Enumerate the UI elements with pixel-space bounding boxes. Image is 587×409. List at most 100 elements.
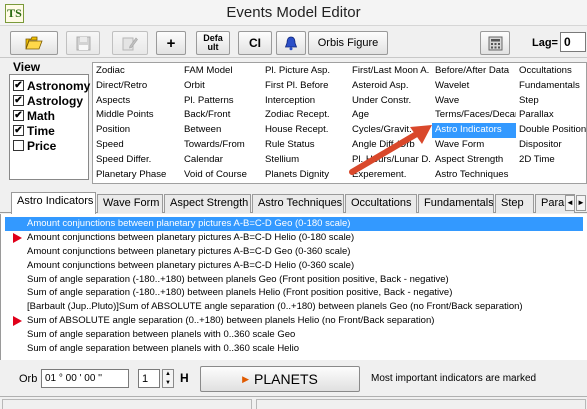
indicator-item[interactable]: Asteroid Asp. xyxy=(349,79,432,94)
indicator-item[interactable]: First Pl. Before xyxy=(262,79,349,94)
view-item-time[interactable]: ✔ Time xyxy=(10,123,88,138)
indicator-item[interactable]: Planets Dignity xyxy=(262,168,349,183)
indicator-item[interactable]: Before/After Data xyxy=(432,64,516,79)
list-item[interactable]: [Barbault (Jup..Pluto)]Sum of ABSOLUTE a… xyxy=(1,300,587,314)
tab-wave-form[interactable]: Wave Form xyxy=(97,194,163,213)
list-item[interactable]: Sum of angle separation between planels … xyxy=(1,342,587,356)
indicator-item[interactable]: Towards/From xyxy=(181,138,262,153)
indicator-item[interactable]: Astro Techniques xyxy=(432,168,516,183)
indicator-item[interactable]: Cycles/Gravit. xyxy=(349,123,432,138)
edit-button[interactable] xyxy=(112,31,148,55)
open-button[interactable] xyxy=(10,31,58,55)
indicator-item[interactable]: Wavelet xyxy=(432,79,516,94)
indicator-item[interactable]: Direct/Retro xyxy=(93,79,181,94)
view-item-math[interactable]: ✔ Math xyxy=(10,108,88,123)
list-item[interactable]: Sum of ABSOLUTE angle separation (0..+18… xyxy=(1,314,587,328)
indicator-item[interactable]: Rule Status xyxy=(262,138,349,153)
indicator-item[interactable]: Speed xyxy=(93,138,181,153)
save-button[interactable] xyxy=(66,31,100,55)
indicator-item[interactable]: FAM Model xyxy=(181,64,262,79)
indicator-item[interactable]: Speed Differ. xyxy=(93,153,181,168)
indicator-item[interactable]: Pl. Patterns xyxy=(181,94,262,109)
indicator-item[interactable]: Fundamentals xyxy=(516,79,586,94)
indicator-item[interactable]: Angle Diff./Orb xyxy=(349,138,432,153)
harmonic-stepper[interactable]: ▲ ▼ xyxy=(162,369,174,388)
indicator-item[interactable]: Dispositor xyxy=(516,138,586,153)
spin-up-icon[interactable]: ▲ xyxy=(163,370,173,379)
indicator-item[interactable]: Back/Front xyxy=(181,108,262,123)
checkbox[interactable] xyxy=(13,140,24,151)
indicator-item[interactable]: Step xyxy=(516,94,586,109)
list-item[interactable]: Amount conjunctions between planetary pi… xyxy=(1,259,587,273)
indicator-item[interactable]: Position xyxy=(93,123,181,138)
orb-input[interactable] xyxy=(41,369,129,388)
tab-scroll-right-icon[interactable]: ► xyxy=(576,195,586,211)
list-item[interactable]: Amount conjunctions between planetary pi… xyxy=(1,245,587,259)
lag-input[interactable] xyxy=(560,32,586,52)
list-item-selected[interactable]: Amount conjunctions between planetary pi… xyxy=(5,217,583,231)
tab-astro-indicators[interactable]: Astro Indicators xyxy=(11,192,96,214)
indicator-item-selected[interactable]: Astro Indicators xyxy=(432,123,516,138)
indicator-item[interactable]: Double Position xyxy=(516,123,586,138)
add-button[interactable]: + xyxy=(156,31,186,55)
view-item-label: Time xyxy=(27,123,55,138)
view-item-price[interactable]: Price xyxy=(10,138,88,153)
indicator-item[interactable]: Age xyxy=(349,108,432,123)
indicator-item[interactable]: Under Constr. xyxy=(349,94,432,109)
calculator-button[interactable] xyxy=(480,31,510,55)
tab-fundamentals[interactable]: Fundamentals xyxy=(418,194,494,213)
indicator-item[interactable]: Void of Course xyxy=(181,168,262,183)
indicator-item[interactable]: Interception xyxy=(262,94,349,109)
indicator-item[interactable]: Stellium xyxy=(262,153,349,168)
orbis-figure-button[interactable]: Orbis Figure xyxy=(308,31,388,55)
default-button[interactable]: Defa ult xyxy=(196,31,230,55)
checkbox[interactable]: ✔ xyxy=(13,95,24,106)
indicator-item[interactable]: First/Last Moon A. xyxy=(349,64,432,79)
indicator-item[interactable]: House Recept. xyxy=(262,123,349,138)
indicator-item[interactable]: Parallax xyxy=(516,108,586,123)
list-item[interactable]: Amount conjunctions between planetary pi… xyxy=(1,231,587,245)
indicator-item[interactable]: Between xyxy=(181,123,262,138)
indicator-item[interactable]: Middle Points xyxy=(93,108,181,123)
indicator-item[interactable]: Orbit xyxy=(181,79,262,94)
indicator-item[interactable]: Zodiac xyxy=(93,64,181,79)
indicator-item[interactable]: Calendar xyxy=(181,153,262,168)
list-item-text: Amount conjunctions between planetary pi… xyxy=(27,245,351,257)
planets-button[interactable]: ▶ PLANETS xyxy=(200,366,360,392)
ci-button[interactable]: CI xyxy=(238,31,272,55)
status-segment xyxy=(256,399,586,409)
indicator-item[interactable]: Occultations xyxy=(516,64,586,79)
checkbox[interactable]: ✔ xyxy=(13,110,24,121)
orb-label: Orb xyxy=(19,373,38,385)
checkbox[interactable]: ✔ xyxy=(13,125,24,136)
list-item-text: Amount conjunctions between planetary pi… xyxy=(27,231,355,243)
indicator-item[interactable]: Zodiac Recept. xyxy=(262,108,349,123)
indicator-item[interactable]: 2D Time xyxy=(516,153,586,168)
view-item-astrology[interactable]: ✔ Astrology xyxy=(10,93,88,108)
list-item[interactable]: Sum of angle separation between planels … xyxy=(1,328,587,342)
indicator-item[interactable]: Wave xyxy=(432,94,516,109)
list-item[interactable]: Sum of angle separation (-180..+180) bet… xyxy=(1,286,587,300)
spin-down-icon[interactable]: ▼ xyxy=(163,379,173,388)
list-item[interactable]: Sum of angle separation (-180..+180) bet… xyxy=(1,273,587,287)
harmonic-input[interactable] xyxy=(138,369,160,388)
indicator-item[interactable]: Pl. Hours/Lunar D. xyxy=(349,153,432,168)
view-item-astronomy[interactable]: ✔ Astronomy xyxy=(10,78,90,93)
tab-aspect-strength[interactable]: Aspect Strength xyxy=(164,194,251,213)
important-marker-icon xyxy=(13,232,22,243)
tab-astro-techniques[interactable]: Astro Techniques xyxy=(252,194,344,213)
indicator-item[interactable]: Terms/Faces/Decan xyxy=(432,108,516,123)
tab-scroll-left-icon[interactable]: ◄ xyxy=(565,195,575,211)
checkbox[interactable]: ✔ xyxy=(13,80,24,91)
indicator-list: Amount conjunctions between planetary pi… xyxy=(0,214,587,360)
tab-step[interactable]: Step xyxy=(495,194,534,213)
indicator-item[interactable]: Wave Form xyxy=(432,138,516,153)
indicator-item[interactable]: Aspect Strength xyxy=(432,153,516,168)
indicator-item[interactable]: Pl. Picture Asp. xyxy=(262,64,349,79)
tab-occultations[interactable]: Occultations xyxy=(345,194,417,213)
bell-button[interactable] xyxy=(276,31,306,55)
indicator-item[interactable]: Aspects xyxy=(93,94,181,109)
indicator-item[interactable]: Planetary Phase xyxy=(93,168,181,183)
indicator-item[interactable]: Experement. xyxy=(349,168,432,183)
important-marker-icon xyxy=(13,316,22,327)
